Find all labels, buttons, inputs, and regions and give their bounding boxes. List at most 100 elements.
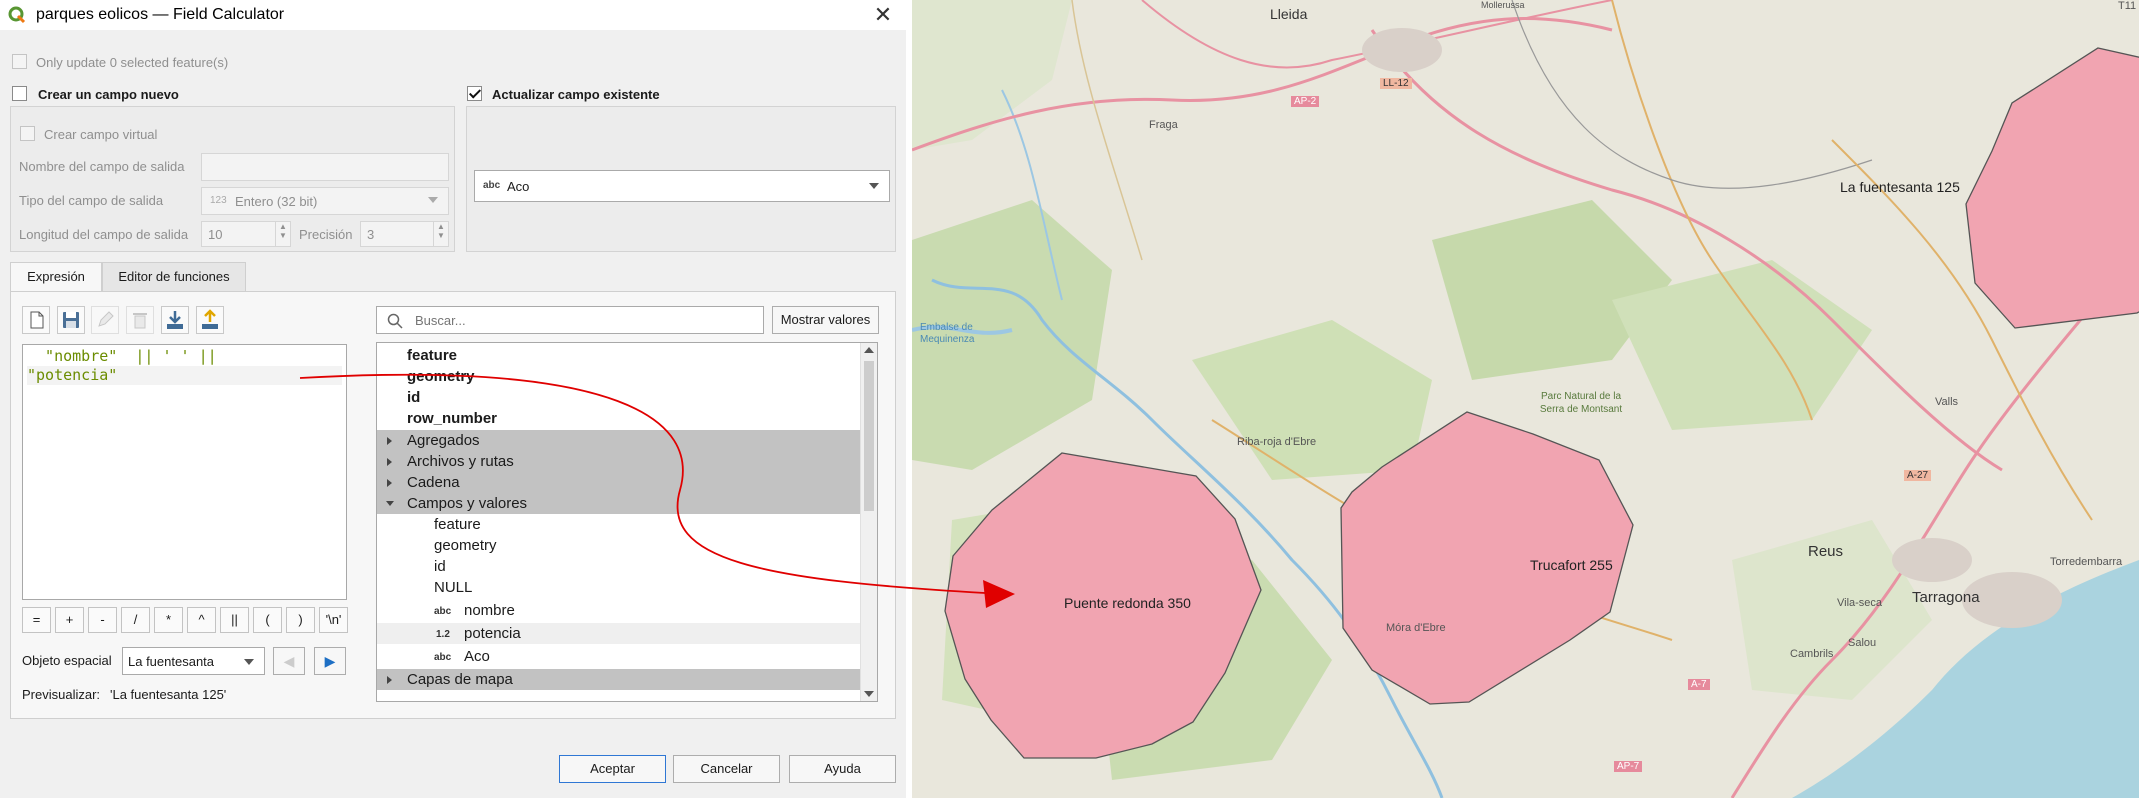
create-new-field-checkbox[interactable]	[12, 86, 27, 101]
expression-line: "nombre" || ' ' ||	[27, 347, 217, 365]
cancel-button[interactable]: Cancelar	[673, 755, 780, 783]
preview-value: 'La fuentesanta 125'	[110, 687, 227, 702]
close-button[interactable]: ✕	[870, 2, 896, 28]
map-canvas[interactable]: Lleida Mollerussa T11 Fraga Embalse de M…	[912, 0, 2139, 798]
field-calculator-dialog: parques eolicos — Field Calculator ✕ Onl…	[0, 0, 906, 798]
map-place-label: Lleida	[1270, 6, 1308, 22]
feature-select[interactable]: La fuentesanta	[122, 647, 265, 675]
tree-item-row-number[interactable]: row_number	[377, 408, 860, 429]
road-shield: LL-12	[1380, 78, 1412, 89]
edit-button[interactable]	[91, 306, 119, 334]
only-selected-checkbox[interactable]	[12, 54, 27, 69]
tree-item-field-nombre[interactable]: abc nombre	[377, 600, 860, 621]
operator-minus-button[interactable]: -	[88, 607, 117, 633]
feature-label: Objeto espacial	[22, 653, 112, 668]
output-length-label: Longitud del campo de salida	[19, 227, 189, 242]
output-type-label: Tipo del campo de salida	[19, 193, 164, 208]
polygon-label-trucafort: Trucafort 255	[1530, 557, 1613, 573]
chevron-down-icon	[869, 183, 879, 189]
map-place-label: Móra d'Ebre	[1386, 622, 1446, 634]
expand-arrow-icon[interactable]	[387, 479, 392, 487]
tree-item-feature[interactable]: feature	[377, 345, 860, 366]
import-button[interactable]	[161, 306, 189, 334]
string-type-icon: abc	[483, 180, 501, 191]
search-input[interactable]	[413, 312, 757, 329]
save-button[interactable]	[57, 306, 85, 334]
import-icon	[167, 311, 183, 329]
tree-item-null[interactable]: NULL	[377, 577, 860, 598]
precision-label: Precisión	[299, 227, 353, 242]
tree-item-geometry[interactable]: geometry	[377, 366, 860, 387]
operator-power-button[interactable]: ^	[187, 607, 216, 633]
road-shield: AP-7	[1614, 761, 1643, 772]
tree-group-aggregates[interactable]: Agregados	[377, 430, 860, 451]
map-place-label: Vila-seca	[1837, 597, 1883, 609]
map-place-label: Riba-roja d'Ebre	[1237, 436, 1317, 448]
string-type-icon: abc	[434, 652, 452, 663]
delete-button[interactable]	[126, 306, 154, 334]
tree-item-field-geometry[interactable]: geometry	[377, 535, 860, 556]
export-button[interactable]	[196, 306, 224, 334]
operator-equals-button[interactable]: =	[22, 607, 51, 633]
virtual-field-checkbox[interactable]	[20, 126, 35, 141]
tree-group-map-layers[interactable]: Capas de mapa	[377, 669, 860, 690]
previous-feature-button[interactable]: ◀	[273, 647, 305, 675]
save-icon	[63, 312, 79, 328]
tree-item-field-potencia[interactable]: 1.2 potencia	[377, 623, 860, 644]
expand-arrow-icon[interactable]	[387, 437, 392, 445]
expand-arrow-icon[interactable]	[387, 458, 392, 466]
accept-button[interactable]: Aceptar	[559, 755, 666, 783]
update-existing-checkbox[interactable]	[467, 86, 482, 101]
operator-plus-button[interactable]: +	[55, 607, 84, 633]
window-title: parques eolicos — Field Calculator	[36, 6, 285, 23]
operator-newline-button[interactable]: '\n'	[319, 607, 348, 633]
polygon-label-puente-redonda: Puente redonda 350	[1064, 595, 1191, 611]
virtual-field-label: Crear campo virtual	[44, 127, 158, 142]
tree-scrollbar[interactable]	[860, 343, 877, 701]
operator-concat-button[interactable]: ||	[220, 607, 249, 633]
operator-open-paren-button[interactable]: (	[253, 607, 282, 633]
tree-group-string[interactable]: Cadena	[377, 472, 860, 493]
search-field[interactable]	[376, 306, 764, 334]
map-place-label: Embalse de Mequinenza	[920, 322, 975, 345]
tree-item-field-aco[interactable]: abc Aco	[377, 646, 860, 667]
existing-field-group: abc Aco	[466, 106, 896, 252]
operator-divide-button[interactable]: /	[121, 607, 150, 633]
spin-arrows-icon: ▲ ▼	[433, 222, 448, 246]
expression-editor[interactable]: "nombre" || ' ' || "potencia"	[22, 344, 347, 600]
existing-field-select[interactable]: abc Aco	[474, 170, 890, 202]
output-type-select[interactable]: 123 Entero (32 bit)	[201, 187, 449, 215]
output-name-input[interactable]	[201, 153, 449, 181]
map-place-label: Mollerussa	[1481, 0, 1525, 10]
show-values-button[interactable]: Mostrar valores	[772, 306, 879, 334]
next-feature-button[interactable]: ▶	[314, 647, 346, 675]
map-place-label: Fraga	[1149, 119, 1178, 131]
output-name-label: Nombre del campo de salida	[19, 159, 185, 174]
tree-item-field-id[interactable]: id	[377, 556, 860, 577]
export-icon	[202, 309, 218, 329]
tree-item-id[interactable]: id	[377, 387, 860, 408]
scroll-down-icon[interactable]	[864, 691, 874, 697]
scroll-up-icon[interactable]	[864, 347, 874, 353]
map-place-label: Torredembarra	[2050, 556, 2123, 568]
tree-group-fields-values[interactable]: Campos y valores	[377, 493, 860, 514]
operator-close-paren-button[interactable]: )	[286, 607, 315, 633]
output-length-spinbox[interactable]: 10 ▲ ▼	[201, 221, 291, 247]
help-button[interactable]: Ayuda	[789, 755, 896, 783]
expand-arrow-icon[interactable]	[387, 676, 392, 684]
tab-function-editor[interactable]: Editor de funciones	[102, 262, 246, 292]
precision-spinbox[interactable]: 3 ▲ ▼	[360, 221, 449, 247]
tab-expression[interactable]: Expresión	[10, 262, 102, 293]
map-place-label: Valls	[1935, 396, 1959, 408]
operator-multiply-button[interactable]: *	[154, 607, 183, 633]
integer-type-icon: 123	[210, 195, 227, 206]
tree-group-files-paths[interactable]: Archivos y rutas	[377, 451, 860, 472]
output-type-value: Entero (32 bit)	[235, 194, 318, 209]
pencil-icon	[98, 311, 114, 327]
new-file-button[interactable]	[22, 306, 50, 334]
scrollbar-thumb[interactable]	[864, 361, 874, 511]
feature-value: La fuentesanta	[128, 654, 215, 669]
tree-item-field-feature[interactable]: feature	[377, 514, 860, 535]
collapse-arrow-icon[interactable]	[386, 501, 394, 506]
expression-line: "potencia"	[27, 366, 342, 385]
